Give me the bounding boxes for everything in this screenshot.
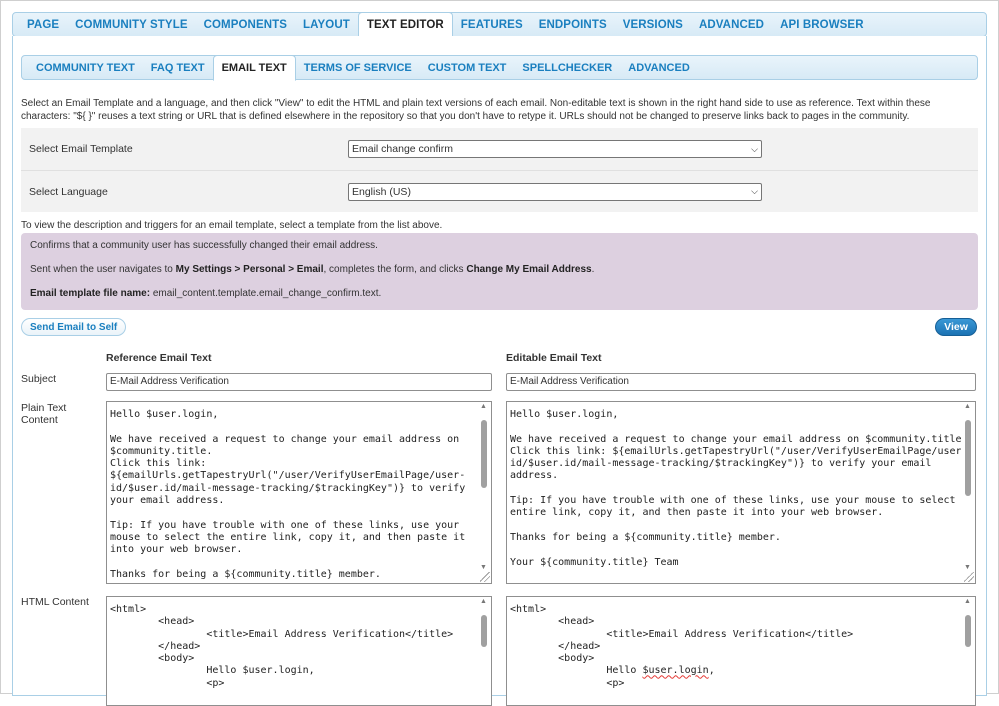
template-file: Email template file name: email_content.…: [30, 287, 969, 300]
reference-html-scrollbar[interactable]: ▲: [477, 597, 491, 705]
editable-html-area[interactable]: <html> <head> <title>Email Address Verif…: [506, 596, 976, 706]
template-info-box: Confirms that a community user has succe…: [21, 233, 978, 310]
subtab-terms-of-service[interactable]: TERMS OF SERVICE: [296, 56, 420, 79]
tab-layout[interactable]: LAYOUT: [295, 13, 358, 36]
trigger-path: My Settings > Personal > Email: [175, 264, 324, 275]
scroll-up-icon[interactable]: ▲: [480, 403, 487, 410]
tab-endpoints[interactable]: ENDPOINTS: [531, 13, 615, 36]
tab-components[interactable]: COMPONENTS: [196, 13, 295, 36]
editable-plain-scrollbar[interactable]: ▲ ▼: [961, 402, 975, 583]
reference-html-area: <html> <head> <title>Email Address Verif…: [106, 596, 492, 706]
reference-plain-text: Hello $user.login, We have received a re…: [110, 409, 466, 580]
tab-features[interactable]: FEATURES: [453, 13, 531, 36]
main-tab-bar: PAGE COMMUNITY STYLE COMPONENTS LAYOUT T…: [12, 12, 987, 38]
tab-text-editor[interactable]: TEXT EDITOR: [357, 12, 453, 38]
send-email-to-self-button[interactable]: Send Email to Self: [21, 318, 127, 336]
scroll-thumb[interactable]: [481, 615, 487, 647]
file-name-label: Email template file name:: [30, 288, 151, 299]
subtab-faq-text[interactable]: FAQ TEXT: [143, 56, 213, 79]
html-content-label: HTML Content: [21, 596, 89, 608]
tab-versions[interactable]: VERSIONS: [615, 13, 691, 36]
plain-text-label: Plain Text Content: [21, 402, 66, 426]
editable-subject-input[interactable]: E-Mail Address Verification: [506, 373, 976, 391]
tab-page[interactable]: PAGE: [19, 13, 67, 36]
template-hint: To view the description and triggers for…: [21, 220, 443, 231]
intro-text: Select an Email Template and a language,…: [21, 98, 931, 122]
editable-heading: Editable Email Text: [506, 352, 602, 364]
trigger-middle: , completes the form, and clicks: [323, 264, 467, 275]
template-description: Confirms that a community user has succe…: [30, 240, 378, 251]
scroll-down-icon[interactable]: ▼: [480, 564, 487, 571]
resize-grip-icon[interactable]: [964, 572, 974, 582]
resize-grip-icon[interactable]: [480, 572, 490, 582]
trigger-prefix: Sent when the user navigates to: [30, 264, 176, 275]
language-select-row: Select Language English (US) ⌵: [21, 170, 978, 212]
view-button[interactable]: View: [935, 318, 977, 336]
scroll-up-icon[interactable]: ▲: [964, 598, 971, 605]
subtab-advanced[interactable]: ADVANCED: [620, 56, 698, 79]
plain-text-label-line1: Plain Text: [21, 402, 67, 414]
scroll-up-icon[interactable]: ▲: [964, 403, 971, 410]
language-select[interactable]: English (US) ⌵: [348, 182, 762, 201]
reference-subject-field: E-Mail Address Verification: [106, 373, 492, 391]
chevron-down-icon: ⌵: [751, 143, 758, 154]
sub-tab-bar: COMMUNITY TEXT FAQ TEXT EMAIL TEXT TERMS…: [21, 55, 978, 81]
scroll-thumb[interactable]: [481, 420, 487, 488]
editable-html-text[interactable]: <html> <head> <title>Email Address Verif…: [510, 604, 959, 690]
reference-html-text: <html> <head> <title>Email Address Verif…: [110, 604, 454, 689]
reference-plain-text-area: Hello $user.login, We have received a re…: [106, 401, 492, 584]
template-select-label: Select Email Template: [29, 143, 133, 155]
subtab-community-text[interactable]: COMMUNITY TEXT: [28, 56, 143, 79]
trigger-button-name: Change My Email Address: [466, 264, 592, 275]
spellcheck-flagged-word: $user.login: [642, 665, 709, 677]
subtab-spellchecker[interactable]: SPELLCHECKER: [514, 56, 620, 79]
subject-label: Subject: [21, 373, 57, 385]
selection-panel: Select Email Template Email change confi…: [21, 128, 978, 212]
reference-plain-scrollbar[interactable]: ▲ ▼: [477, 402, 491, 583]
language-value: English (US): [352, 185, 411, 198]
scroll-up-icon[interactable]: ▲: [480, 598, 487, 605]
trigger-suffix: .: [591, 264, 595, 275]
scroll-down-icon[interactable]: ▼: [964, 564, 971, 571]
tab-api-browser[interactable]: API BROWSER: [772, 13, 872, 36]
language-select-label: Select Language: [29, 185, 108, 198]
scroll-thumb[interactable]: [965, 615, 971, 647]
scroll-thumb[interactable]: [965, 420, 971, 496]
email-template-value: Email change confirm: [352, 143, 453, 155]
chevron-down-icon: ⌵: [751, 186, 758, 196]
editable-html-scrollbar[interactable]: ▲: [961, 597, 975, 705]
plain-text-label-line2: Content: [21, 414, 58, 426]
template-trigger: Sent when the user navigates to My Setti…: [30, 263, 969, 276]
file-name-value: email_content.template.email_change_conf…: [150, 288, 382, 299]
tab-advanced[interactable]: ADVANCED: [691, 13, 772, 36]
email-template-select[interactable]: Email change confirm ⌵: [348, 140, 762, 158]
editable-plain-text[interactable]: Hello $user.login, We have received a re…: [510, 409, 975, 569]
template-select-row: Select Email Template Email change confi…: [21, 128, 978, 170]
reference-heading: Reference Email Text: [106, 352, 212, 364]
subtab-email-text[interactable]: EMAIL TEXT: [212, 55, 296, 81]
subtab-custom-text[interactable]: CUSTOM TEXT: [420, 56, 515, 79]
editable-plain-text-area[interactable]: Hello $user.login, We have received a re…: [506, 401, 976, 584]
tab-community-style[interactable]: COMMUNITY STYLE: [67, 13, 195, 36]
